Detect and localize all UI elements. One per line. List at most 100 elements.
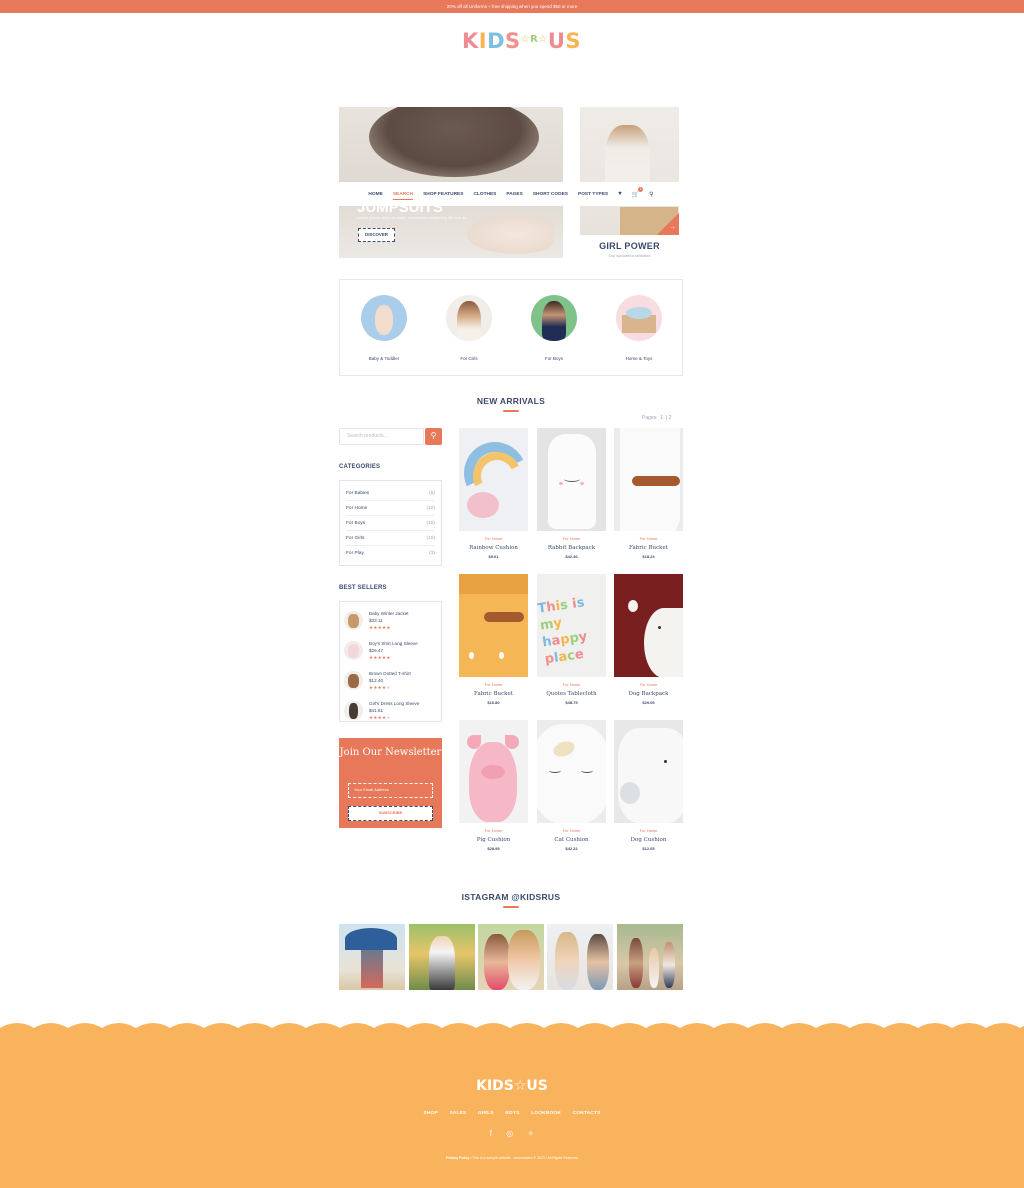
product-category[interactable]: For Home xyxy=(537,682,606,687)
product-category[interactable]: For Home xyxy=(537,536,606,541)
search-icon[interactable]: ⚲ xyxy=(649,191,653,198)
category-for-boys[interactable]: For Boys xyxy=(524,295,584,361)
footer-nav-boys[interactable]: BOYS xyxy=(505,1111,519,1116)
category-home-toys[interactable]: Home & Toys xyxy=(609,295,669,361)
best-seller-item[interactable]: Baby Winter Jacket $33.11 ★★★★★ xyxy=(344,605,437,635)
search-input[interactable]: Search products... xyxy=(339,428,424,445)
rating-stars: ★★★★★ xyxy=(369,714,391,720)
product-name[interactable]: Cat Cushion xyxy=(537,837,606,843)
product-price: $33.11 xyxy=(369,617,383,623)
logo-letter: D xyxy=(487,29,506,53)
product-card[interactable]: For Home Dog Cushion $12.05 xyxy=(614,720,683,851)
privacy-policy-link[interactable]: Privacy Policy xyxy=(446,1156,470,1160)
product-category[interactable]: For Home xyxy=(614,828,683,833)
instagram-photo[interactable] xyxy=(617,924,683,990)
category-row[interactable]: For Boys (10) xyxy=(346,516,435,531)
category-row[interactable]: For Play (3) xyxy=(346,546,435,561)
nav-item-short-codes[interactable]: SHORT CODES xyxy=(533,192,568,197)
category-row[interactable]: For Babies (5) xyxy=(346,486,435,501)
product-category[interactable]: For Home xyxy=(614,536,683,541)
product-card[interactable]: For Home Rainbow Cushion $9.61 xyxy=(459,428,528,559)
product-name[interactable]: Quotes Tablecloth xyxy=(537,691,606,697)
product-category[interactable]: For Home xyxy=(459,536,528,541)
product-card[interactable]: For Home Fabric Bucket $16.80 xyxy=(459,574,528,705)
rating-stars: ★★★★★ xyxy=(369,654,391,660)
page-2-link[interactable]: 2 xyxy=(669,415,672,421)
product-name[interactable]: Fabric Bucket xyxy=(614,545,683,551)
logo-letter: I xyxy=(478,29,488,53)
product-image xyxy=(614,428,683,531)
product-card[interactable]: For Home Pig Cushion $28.95 xyxy=(459,720,528,851)
arrow-right-icon[interactable]: → xyxy=(669,224,676,231)
nav-item-post-types[interactable]: POST TYPES xyxy=(578,192,608,197)
instagram-photo[interactable] xyxy=(478,924,544,990)
product-name[interactable]: Dog Backpack xyxy=(614,691,683,697)
newsletter-email-input[interactable]: Your Email Address xyxy=(348,783,433,798)
instagram-photo[interactable] xyxy=(547,924,613,990)
hero-banner-girl-power[interactable]: → xyxy=(580,107,679,235)
product-category[interactable]: For Home xyxy=(459,828,528,833)
copyright-text: / This is a sample website - cmsmasters … xyxy=(470,1156,579,1160)
best-sellers-title: BEST SELLERS xyxy=(339,585,387,591)
facebook-icon[interactable]: f xyxy=(490,1129,492,1138)
product-price: $48.75 xyxy=(565,700,578,705)
cart-icon[interactable]: 🛒 1 xyxy=(632,186,644,198)
category-for-girls[interactable]: For Girls xyxy=(439,295,499,361)
heart-icon[interactable]: ♥ xyxy=(618,191,622,197)
category-label: Home & Toys xyxy=(625,356,653,361)
product-category[interactable]: For Home xyxy=(537,828,606,833)
twitter-icon[interactable]: ✧ xyxy=(527,1129,534,1138)
search-button[interactable]: ⚲ xyxy=(425,428,442,445)
instagram-title: ISTAGRAM @KIDSRUS xyxy=(461,892,561,902)
newsletter-title: Join Our Newsletter xyxy=(339,747,442,758)
product-name[interactable]: Dog Cushion xyxy=(614,837,683,843)
footer-nav-shop[interactable]: SHOP xyxy=(424,1111,438,1116)
main-navigation: HOME SEARCH SHOP FEATURES CLOTHES PAGES … xyxy=(339,182,683,206)
product-image xyxy=(459,720,528,823)
best-seller-item[interactable]: Brown Dotted T-shirt $12.40 ★★★★★ xyxy=(344,665,437,695)
product-image xyxy=(614,720,683,823)
category-image xyxy=(361,295,407,341)
category-baby-toddler[interactable]: Baby & Toddler xyxy=(354,295,414,361)
instagram-icon[interactable]: ◎ xyxy=(506,1129,513,1138)
product-name[interactable]: Fabric Bucket xyxy=(459,691,528,697)
nav-item-clothes[interactable]: CLOTHES xyxy=(473,192,496,197)
site-logo[interactable]: KIDS☆R☆US xyxy=(462,29,581,53)
product-card[interactable]: For Home Fabric Bucket $18.24 xyxy=(614,428,683,559)
product-card[interactable]: This is my happy place For Home Quotes T… xyxy=(537,574,606,705)
product-category[interactable]: For Home xyxy=(614,682,683,687)
social-links: f ◎ ✧ xyxy=(0,1129,1024,1138)
product-name[interactable]: Rainbow Cushion xyxy=(459,545,528,551)
footer-logo[interactable]: KIDS☆US xyxy=(0,1078,1024,1094)
best-seller-item[interactable]: Girl's Dress Long Sleeve $41.61 ★★★★★ xyxy=(344,695,437,725)
best-seller-item[interactable]: Boy's Shirt Long Sleeve $26.47 ★★★★★ xyxy=(344,635,437,665)
nav-item-pages[interactable]: PAGES xyxy=(506,192,522,197)
product-card[interactable]: For Home Cat Cushion $42.22 xyxy=(537,720,606,851)
subscribe-button[interactable]: SUBSCRIBE xyxy=(348,806,433,821)
instagram-photo[interactable] xyxy=(339,924,405,990)
nav-item-shop-features[interactable]: SHOP FEATURES xyxy=(423,192,463,197)
footer-nav-lookbook[interactable]: LOOKBOOK xyxy=(531,1111,561,1116)
product-card[interactable]: For Home Rabbit Backpack $42.36 xyxy=(537,428,606,559)
category-name: For Play xyxy=(346,551,364,556)
page-1-link[interactable]: 1 xyxy=(660,415,663,421)
footer-nav-sales[interactable]: SALES xyxy=(449,1111,466,1116)
product-card[interactable]: For Home Dog Backpack $29.05 xyxy=(614,574,683,705)
product-name[interactable]: Rabbit Backpack xyxy=(537,545,606,551)
logo-letter: K xyxy=(462,29,479,53)
product-name[interactable]: Pig Cushion xyxy=(459,837,528,843)
nav-item-search[interactable]: SEARCH xyxy=(392,192,414,200)
logo-letter: R xyxy=(530,34,539,45)
discover-button[interactable]: DISCOVER xyxy=(358,228,395,242)
footer-nav-girls[interactable]: GIRLS xyxy=(478,1111,494,1116)
instagram-photo[interactable] xyxy=(409,924,475,990)
product-name: Baby Winter Jacket xyxy=(369,610,409,616)
nav-item-home[interactable]: HOME xyxy=(368,192,382,197)
category-row[interactable]: For Girls (10) xyxy=(346,531,435,546)
category-row[interactable]: For Home (10) xyxy=(346,501,435,516)
product-price: $12.40 xyxy=(369,677,384,683)
product-category[interactable]: For Home xyxy=(459,682,528,687)
product-price: $16.80 xyxy=(487,700,500,705)
footer-nav-contacts[interactable]: CONTACTS xyxy=(573,1111,601,1116)
product-price: $12.05 xyxy=(642,846,655,851)
